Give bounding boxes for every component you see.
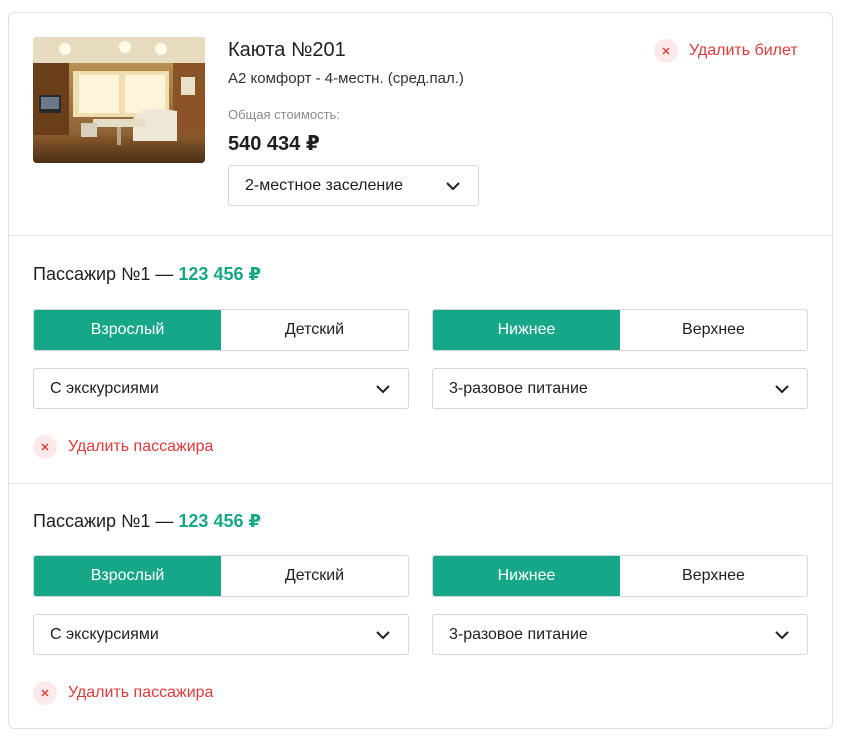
age-option-adult[interactable]: Взрослый: [34, 310, 221, 350]
meal-select-value: 3-разовое питание: [449, 626, 588, 643]
meal-select-value: 3-разовое питание: [449, 380, 588, 397]
meal-select[interactable]: 3-разовое питание: [432, 368, 808, 409]
passenger-title-text: Пассажир №1 —: [33, 511, 174, 531]
delete-passenger-button[interactable]: Удалить пассажира: [33, 681, 213, 705]
age-toggle: Взрослый Детский: [33, 555, 409, 597]
total-cost-value: 540 434 ₽: [228, 133, 320, 155]
passenger-title: Пассажир №1 — 123 456 ₽: [33, 264, 261, 285]
passenger-title-text: Пассажир №1 —: [33, 264, 174, 284]
berth-toggle: Нижнее Верхнее: [432, 309, 808, 351]
age-toggle: Взрослый Детский: [33, 309, 409, 351]
delete-passenger-button[interactable]: Удалить пассажира: [33, 435, 213, 459]
age-option-adult[interactable]: Взрослый: [34, 556, 221, 596]
close-icon: [33, 435, 57, 459]
passenger-title: Пассажир №1 — 123 456 ₽: [33, 511, 261, 532]
section-divider: [9, 483, 832, 484]
cabin-photo-illustration: [33, 37, 205, 163]
close-icon: [654, 39, 678, 63]
berth-option-lower[interactable]: Нижнее: [433, 310, 620, 350]
age-option-child[interactable]: Детский: [221, 556, 408, 596]
cabin-class: А2 комфорт - 4-местн. (сред.пал.): [228, 70, 464, 87]
passenger-price: 123 456 ₽: [178, 264, 261, 284]
cabin-title: Каюта №201: [228, 39, 346, 61]
chevron-down-icon: [775, 631, 789, 640]
delete-passenger-label: Удалить пассажира: [68, 684, 214, 701]
close-icon: [33, 681, 57, 705]
chevron-down-icon: [376, 631, 390, 640]
berth-option-upper[interactable]: Верхнее: [620, 310, 807, 350]
excursion-select[interactable]: С экскурсиями: [33, 368, 409, 409]
occupancy-select-value: 2-местное заселение: [245, 177, 404, 194]
cabin-photo: [33, 37, 205, 163]
delete-ticket-label: Удалить билет: [689, 42, 798, 59]
berth-toggle: Нижнее Верхнее: [432, 555, 808, 597]
age-option-child[interactable]: Детский: [221, 310, 408, 350]
section-divider: [9, 235, 832, 236]
occupancy-select[interactable]: 2-местное заселение: [228, 165, 479, 206]
berth-option-lower[interactable]: Нижнее: [433, 556, 620, 596]
cabin-section: Каюта №201 А2 комфорт - 4-местн. (сред.п…: [9, 13, 832, 235]
chevron-down-icon: [376, 385, 390, 394]
ticket-card: Каюта №201 А2 комфорт - 4-местн. (сред.п…: [8, 12, 833, 729]
excursion-select[interactable]: С экскурсиями: [33, 614, 409, 655]
chevron-down-icon: [775, 385, 789, 394]
total-cost-label: Общая стоимость:: [228, 107, 340, 122]
delete-ticket-button[interactable]: Удалить билет: [654, 39, 798, 63]
delete-passenger-label: Удалить пассажира: [68, 438, 214, 455]
chevron-down-icon: [446, 182, 460, 191]
berth-option-upper[interactable]: Верхнее: [620, 556, 807, 596]
meal-select[interactable]: 3-разовое питание: [432, 614, 808, 655]
excursion-select-value: С экскурсиями: [50, 626, 159, 643]
passenger-price: 123 456 ₽: [178, 511, 261, 531]
excursion-select-value: С экскурсиями: [50, 380, 159, 397]
